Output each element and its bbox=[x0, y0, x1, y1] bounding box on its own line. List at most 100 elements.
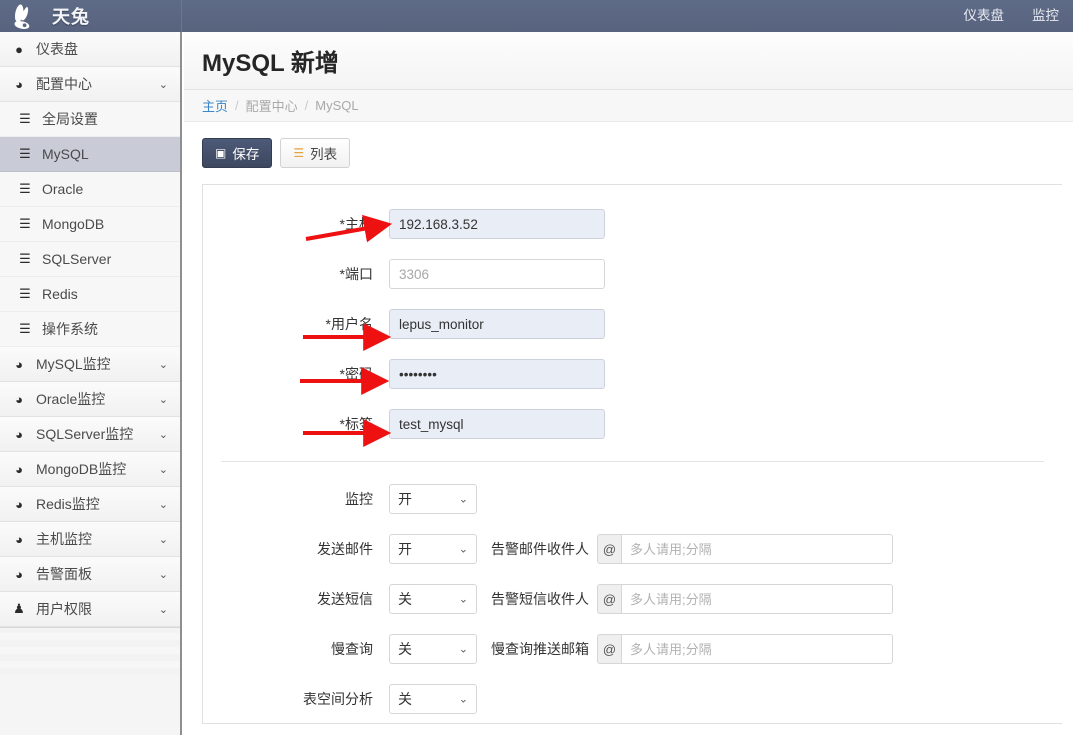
sidebar[interactable]: ● 仪表盘 ◕ 配置中心 ⌄ ☰ 全局设置 ☰ MySQL ☰ Oracle ☰… bbox=[0, 32, 182, 735]
form-section-divider bbox=[221, 461, 1044, 462]
breadcrumb-separator: / bbox=[235, 98, 239, 113]
breadcrumb-current: MySQL bbox=[315, 98, 359, 113]
dashboard-icon: ◕ bbox=[15, 566, 23, 582]
username-label: *用户名 bbox=[325, 316, 373, 332]
form-row-tag: *标签 bbox=[203, 399, 1062, 449]
sidebar-item-redis[interactable]: ☰ Redis bbox=[0, 277, 180, 312]
brand-area[interactable]: 天兔 bbox=[0, 0, 182, 32]
tablespace-select-wrap[interactable]: 关 ⌄ bbox=[389, 684, 477, 714]
host-label: *主机 bbox=[339, 216, 373, 232]
page-title: MySQL 新增 bbox=[202, 50, 339, 77]
sidebar-item-oracle[interactable]: ☰ Oracle bbox=[0, 172, 180, 207]
list-icon: ☰ bbox=[19, 111, 31, 126]
chevron-down-icon: ⌄ bbox=[158, 427, 168, 441]
sidebar-item-mongodb-monitor[interactable]: ◕ MongoDB监控 ⌄ bbox=[0, 452, 180, 487]
list-icon: ☰ bbox=[19, 286, 31, 301]
user-icon: ♟ bbox=[13, 601, 25, 616]
sidebar-item-global-settings[interactable]: ☰ 全局设置 bbox=[0, 102, 180, 137]
sidebar-item-mongodb[interactable]: ☰ MongoDB bbox=[0, 207, 180, 242]
password-input[interactable] bbox=[389, 359, 605, 389]
send-sms-select[interactable]: 关 bbox=[389, 584, 477, 614]
sidebar-item-label: Redis监控 bbox=[36, 496, 100, 512]
dashboard-icon: ◕ bbox=[15, 356, 23, 372]
breadcrumb-separator: / bbox=[304, 98, 309, 113]
tag-label: *标签 bbox=[339, 416, 373, 432]
form-row-username: *用户名 bbox=[203, 299, 1062, 349]
sidebar-item-label: MongoDB监控 bbox=[36, 461, 127, 477]
page-header: MySQL 新增 bbox=[184, 32, 1073, 90]
sidebar-item-alarm-panel[interactable]: ◕ 告警面板 ⌄ bbox=[0, 557, 180, 592]
topnav-item-monitor[interactable]: 监控 bbox=[1018, 0, 1073, 32]
slow-query-mail-input[interactable] bbox=[621, 634, 893, 664]
password-label: *密码 bbox=[339, 366, 373, 382]
monitor-select-wrap[interactable]: 开 ⌄ bbox=[389, 484, 477, 514]
host-input[interactable] bbox=[389, 209, 605, 239]
dashboard-icon: ◕ bbox=[15, 531, 23, 547]
tablespace-select[interactable]: 关 bbox=[389, 684, 477, 714]
sidebar-item-sqlserver-monitor[interactable]: ◕ SQLServer监控 ⌄ bbox=[0, 417, 180, 452]
dashboard-icon: ◕ bbox=[15, 391, 23, 407]
sidebar-item-mysql[interactable]: ☰ MySQL bbox=[0, 137, 180, 172]
dashboard-icon: ◕ bbox=[15, 461, 23, 477]
monitor-select[interactable]: 开 bbox=[389, 484, 477, 514]
send-mail-select[interactable]: 开 bbox=[389, 534, 477, 564]
slow-query-label: 慢查询 bbox=[331, 641, 373, 657]
breadcrumb-section[interactable]: 配置中心 bbox=[246, 96, 298, 115]
sidebar-item-label: 配置中心 bbox=[36, 76, 92, 92]
port-input[interactable] bbox=[389, 259, 605, 289]
slow-query-select[interactable]: 关 bbox=[389, 634, 477, 664]
mail-recipient-input[interactable] bbox=[621, 534, 893, 564]
chevron-down-icon: ⌄ bbox=[158, 497, 168, 511]
sidebar-item-redis-monitor[interactable]: ◕ Redis监控 ⌄ bbox=[0, 487, 180, 522]
sidebar-item-label: SQLServer bbox=[42, 251, 112, 267]
save-button[interactable]: ▣ 保存 bbox=[202, 138, 273, 168]
monitor-label: 监控 bbox=[345, 491, 373, 507]
send-sms-select-wrap[interactable]: 关 ⌄ bbox=[389, 584, 477, 614]
list-icon: ☰ bbox=[293, 146, 305, 160]
sidebar-item-config-center[interactable]: ◕ 配置中心 ⌄ bbox=[0, 67, 180, 102]
sidebar-item-dashboard[interactable]: ● 仪表盘 bbox=[0, 32, 180, 67]
list-icon: ☰ bbox=[19, 251, 31, 266]
sidebar-item-user-permissions[interactable]: ♟ 用户权限 ⌄ bbox=[0, 592, 180, 627]
sidebar-item-label: 操作系统 bbox=[42, 321, 98, 337]
chevron-down-icon: ⌄ bbox=[158, 567, 168, 581]
tablespace-label: 表空间分析 bbox=[303, 691, 373, 707]
slow-query-select-wrap[interactable]: 关 ⌄ bbox=[389, 634, 477, 664]
breadcrumb-home[interactable]: 主页 bbox=[202, 96, 228, 115]
port-label: *端口 bbox=[339, 266, 373, 282]
chevron-down-icon: ⌄ bbox=[158, 602, 168, 616]
send-sms-label: 发送短信 bbox=[317, 591, 373, 607]
sidebar-item-mysql-monitor[interactable]: ◕ MySQL监控 ⌄ bbox=[0, 347, 180, 382]
form-row-tablespace: 表空间分析 关 ⌄ bbox=[203, 674, 1062, 724]
at-icon: @ bbox=[597, 584, 621, 614]
sidebar-item-host-monitor[interactable]: ◕ 主机监控 ⌄ bbox=[0, 522, 180, 557]
list-icon: ☰ bbox=[19, 181, 31, 196]
list-button[interactable]: ☰ 列表 bbox=[280, 138, 351, 168]
sidebar-item-label: 全局设置 bbox=[42, 111, 98, 127]
at-icon: @ bbox=[597, 634, 621, 664]
dashboard-icon: ◕ bbox=[15, 426, 23, 442]
send-mail-label: 发送邮件 bbox=[317, 541, 373, 557]
send-mail-select-wrap[interactable]: 开 ⌄ bbox=[389, 534, 477, 564]
sidebar-item-operating-system[interactable]: ☰ 操作系统 bbox=[0, 312, 180, 347]
sidebar-item-sqlserver[interactable]: ☰ SQLServer bbox=[0, 242, 180, 277]
save-button-label: 保存 bbox=[232, 147, 260, 162]
sidebar-footer-filler bbox=[0, 627, 180, 675]
breadcrumb: 主页 / 配置中心 / MySQL bbox=[184, 90, 1073, 122]
slow-query-mail-group: @ bbox=[597, 634, 893, 664]
sidebar-item-oracle-monitor[interactable]: ◕ Oracle监控 ⌄ bbox=[0, 382, 180, 417]
username-input[interactable] bbox=[389, 309, 605, 339]
chevron-down-icon: ⌄ bbox=[158, 532, 168, 546]
rabbit-logo-icon bbox=[10, 0, 42, 32]
topnav-item-dashboard[interactable]: 仪表盘 bbox=[950, 0, 1019, 32]
brand-name: 天兔 bbox=[52, 7, 90, 27]
form-toolbar: ▣ 保存 ☰ 列表 bbox=[184, 122, 1073, 168]
sidebar-item-label: Oracle监控 bbox=[36, 391, 106, 407]
form-row-send-sms: 发送短信 关 ⌄ 告警短信收件人 @ bbox=[203, 574, 1062, 624]
list-icon: ☰ bbox=[19, 216, 31, 231]
sidebar-item-label: 主机监控 bbox=[36, 531, 92, 547]
sidebar-item-label: 用户权限 bbox=[36, 601, 92, 617]
tag-input[interactable] bbox=[389, 409, 605, 439]
sms-recipient-input[interactable] bbox=[621, 584, 893, 614]
sidebar-item-label: MySQL监控 bbox=[36, 356, 111, 372]
